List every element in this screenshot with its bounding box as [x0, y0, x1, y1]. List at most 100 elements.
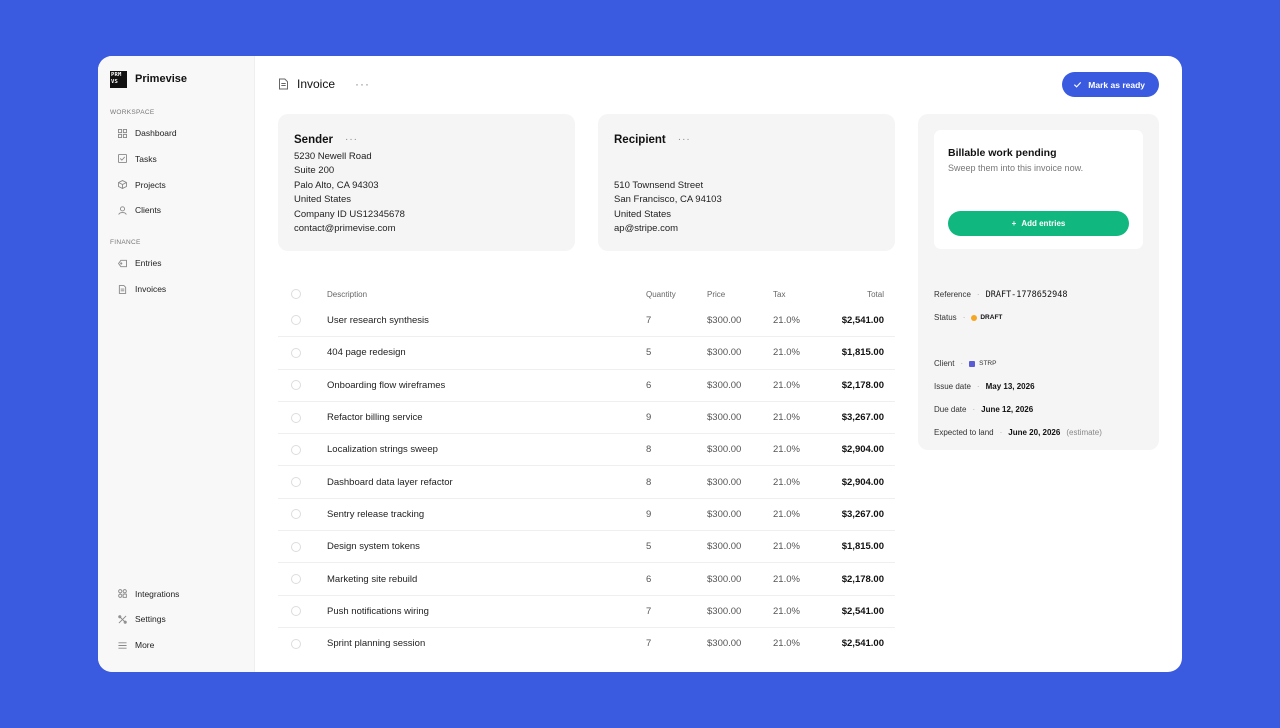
address-line: United States	[294, 194, 352, 206]
item-description: Localization strings sweep	[327, 444, 438, 456]
row-checkbox[interactable]	[291, 638, 301, 649]
more-options-icon[interactable]: ···	[678, 134, 691, 144]
table-row[interactable]: Design system tokens 5 $300.00 21.0% $1,815.…	[278, 530, 895, 562]
separator: ·	[976, 382, 980, 391]
workspace-section-label: WORKSPACE	[110, 109, 155, 116]
more-options-icon[interactable]: ···	[345, 134, 358, 144]
reference-label: Reference	[934, 290, 971, 299]
expected-label: Expected to land	[934, 428, 994, 437]
table-row[interactable]: 404 page redesign 5 $300.00 21.0% $1,815.00	[278, 336, 895, 368]
item-price: $300.00	[707, 314, 742, 326]
item-price: $300.00	[707, 638, 742, 650]
table-header: Description Quantity Price Tax Total	[278, 284, 895, 304]
row-checkbox[interactable]	[291, 444, 301, 455]
item-total: $2,178.00	[841, 573, 884, 585]
status-dot	[971, 314, 978, 321]
address-line: Suite 200	[294, 165, 335, 177]
sidebar-item-label: Tasks	[135, 153, 157, 164]
sender-card: Sender ··· 5230 Newell Road Suite 200 Pa…	[278, 114, 575, 251]
item-description: Refactor billing service	[327, 412, 423, 424]
table-row[interactable]: Dashboard data layer refactor 8 $300.00 21.…	[278, 465, 895, 497]
row-checkbox[interactable]	[291, 380, 301, 391]
table-row[interactable]: Sprint planning session 7 $300.00 21.0% $2,5…	[278, 626, 895, 659]
column-header-description[interactable]: Description	[327, 290, 646, 299]
item-quantity: 9	[646, 508, 652, 520]
table-row[interactable]: Push notifications wiring 7 $300.00 21.0% $2…	[278, 594, 895, 627]
brand-logo: PRM VS	[110, 70, 127, 88]
status-label: Status	[934, 313, 957, 322]
sidebar-item-label: More	[135, 640, 155, 651]
sidebar-bottom: Integrations Settings More	[110, 583, 242, 660]
item-price: $300.00	[707, 476, 742, 488]
item-tax: 21.0%	[773, 605, 800, 617]
tag-icon	[118, 259, 127, 268]
sidebar-item-dashboard[interactable]: Dashboard	[110, 122, 242, 144]
address-line: San Francisco, CA 94103	[614, 194, 722, 206]
item-tax: 21.0%	[773, 476, 800, 488]
sidebar-item-clients[interactable]: Clients	[110, 199, 242, 221]
column-header-total[interactable]: Total	[828, 290, 884, 299]
sidebar-item-projects[interactable]: Projects	[110, 174, 242, 196]
item-quantity: 8	[646, 444, 652, 456]
item-tax: 21.0%	[773, 573, 800, 585]
select-all-checkbox[interactable]	[291, 289, 301, 299]
row-checkbox[interactable]	[291, 606, 301, 617]
issue-date-value[interactable]: May 13, 2026	[986, 382, 1035, 391]
more-options-icon[interactable]: ···	[355, 78, 370, 90]
row-checkbox[interactable]	[291, 509, 301, 520]
sidebar-item-settings[interactable]: Settings	[110, 608, 242, 630]
due-date-value[interactable]: June 12, 2026	[981, 405, 1033, 414]
item-quantity: 5	[646, 347, 652, 359]
row-checkbox[interactable]	[291, 347, 301, 358]
column-header-quantity[interactable]: Quantity	[646, 290, 707, 299]
brand[interactable]: PRM VS Primevise	[110, 70, 242, 88]
row-checkbox[interactable]	[291, 477, 301, 488]
add-entries-button[interactable]: + Add entries	[948, 211, 1129, 236]
item-price: $300.00	[707, 444, 742, 456]
sidebar-item-label: Dashboard	[135, 128, 177, 138]
invoice-details-panel: Billable work pending Sweep them into th…	[918, 114, 1159, 450]
table-row[interactable]: User research synthesis 7 $300.00 21.0% $2,5…	[278, 304, 895, 336]
item-tax: 21.0%	[773, 314, 800, 326]
table-row[interactable]: Sentry release tracking 9 $300.00 21.0% $3,2…	[278, 497, 895, 530]
sidebar-item-tasks[interactable]: Tasks	[110, 148, 242, 170]
separator: ·	[972, 405, 976, 414]
row-checkbox[interactable]	[291, 315, 301, 326]
mark-as-ready-button[interactable]: Mark as ready	[1062, 72, 1159, 97]
item-tax: 21.0%	[773, 541, 800, 553]
item-quantity: 7	[646, 605, 652, 617]
item-total: $2,541.00	[841, 638, 884, 650]
due-date-label: Due date	[934, 405, 967, 414]
recipient-title: Recipient	[614, 133, 666, 146]
row-checkbox[interactable]	[291, 412, 301, 423]
item-quantity: 7	[646, 638, 652, 650]
recipient-header: Recipient ···	[614, 132, 879, 147]
settings-icon	[118, 615, 127, 624]
sidebar-item-more[interactable]: More	[110, 634, 242, 656]
column-header-price[interactable]: Price	[707, 290, 773, 299]
finance-section-label: FINANCE	[110, 239, 141, 247]
client-badge[interactable]: STRP	[979, 360, 996, 367]
sidebar-item-integrations[interactable]: Integrations	[110, 583, 242, 605]
sender-address: 5230 Newell Road Suite 200 Palo Alto, CA…	[294, 150, 559, 236]
table-row[interactable]: Refactor billing service 9 $300.00 21.0% $3,…	[278, 400, 895, 433]
row-checkbox[interactable]	[291, 574, 301, 585]
sidebar-item-label: Settings	[135, 614, 166, 625]
sidebar-item-label: Entries	[135, 258, 162, 269]
page-header: Invoice ···	[278, 74, 370, 94]
address-line: Palo Alto, CA 94303	[294, 179, 379, 191]
add-entries-label: Add entries	[1021, 219, 1066, 228]
row-checkbox[interactable]	[291, 541, 301, 552]
address-line: United States	[614, 208, 672, 220]
table-row[interactable]: Localization strings sweep 8 $300.00 21.0% $…	[278, 433, 895, 465]
table-row[interactable]: Onboarding flow wireframes 6 $300.00 21.0% $…	[278, 368, 895, 401]
item-price: $300.00	[707, 347, 742, 359]
reference-value[interactable]: DRAFT-1778652948	[986, 290, 1068, 300]
table-row[interactable]: Marketing site rebuild 6 $300.00 21.0% $2,17…	[278, 562, 895, 594]
expected-row: Expected to land · June 20, 2026 (estima…	[934, 421, 1143, 444]
apps-icon	[118, 589, 127, 598]
item-price: $300.00	[707, 573, 742, 585]
column-header-tax[interactable]: Tax	[773, 290, 828, 299]
sidebar-item-entries[interactable]: Entries	[110, 252, 242, 274]
sidebar-item-invoices[interactable]: Invoices	[110, 278, 242, 300]
